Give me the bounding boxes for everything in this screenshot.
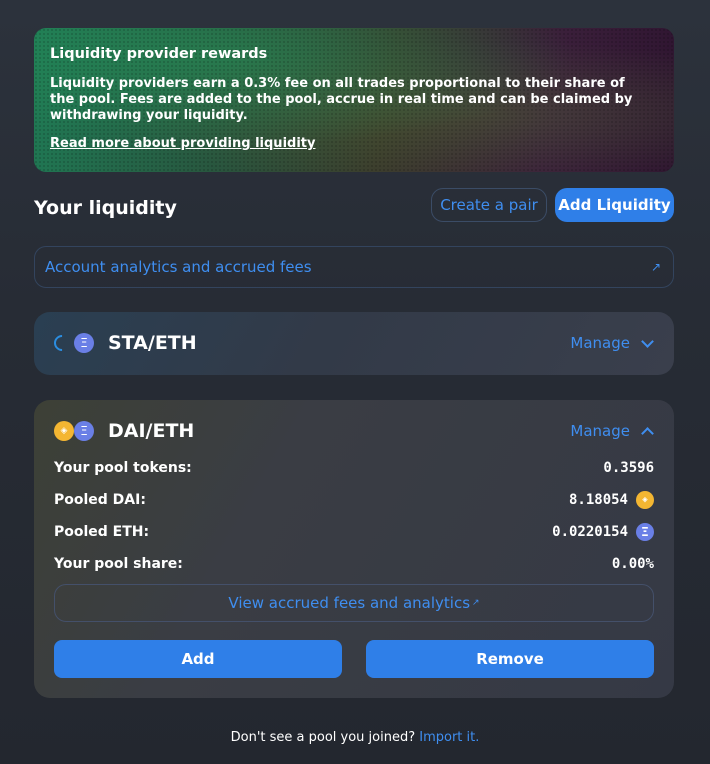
pair-token-icons: ◈ Ξ [54, 420, 96, 442]
import-pool-footer: Don't see a pool you joined? Import it. [0, 730, 710, 745]
stat-pool-tokens: Your pool tokens: 0.3596 [54, 458, 654, 478]
stat-label: Pooled ETH: [54, 524, 150, 540]
pooled-dai-value: 8.18054 [568, 492, 628, 508]
dai-token-icon: ◈ [636, 491, 654, 509]
add-liquidity-button[interactable]: Add Liquidity [555, 188, 674, 222]
stat-pool-share: Your pool share: 0.00% [54, 554, 654, 574]
loading-token-icon [50, 331, 74, 355]
external-arrow-icon: ↗ [650, 260, 661, 274]
pool-pair-name: DAI/ETH [108, 420, 195, 442]
remove-button[interactable]: Remove [366, 640, 654, 678]
pair-token-icons: Ξ [50, 331, 96, 355]
read-more-link[interactable]: Read more about providing liquidity [50, 136, 315, 151]
chevron-up-icon [642, 426, 652, 436]
your-liquidity-title: Your liquidity [34, 197, 177, 219]
pool-page: Liquidity provider rewards Liquidity pro… [0, 0, 710, 764]
stat-value: 0.0220154 Ξ [552, 523, 654, 541]
banner-text: Liquidity providers earn a 0.3% fee on a… [50, 76, 633, 123]
eth-token-icon: Ξ [74, 333, 94, 353]
pool-tokens-value: 0.3596 [603, 460, 654, 476]
external-arrow-icon: ↗ [472, 598, 480, 608]
fees-link-label: View accrued fees and analytics [228, 594, 471, 612]
add-button[interactable]: Add [54, 640, 342, 678]
manage-label: Manage [570, 422, 630, 440]
create-pair-button[interactable]: Create a pair [431, 188, 547, 222]
pool-card-dai-eth: ◈ Ξ DAI/ETH Manage Your pool tokens: 0.3… [34, 400, 674, 698]
stat-value: 8.18054 ◈ [569, 491, 654, 509]
pool-card-sta-eth: Ξ STA/ETH Manage [34, 312, 674, 375]
pool-share-value: 0.00% [611, 556, 654, 572]
stat-value: 0.00% [612, 556, 654, 572]
stat-pooled-eth: Pooled ETH: 0.0220154 Ξ [54, 522, 654, 542]
pool-pair-name: STA/ETH [108, 332, 197, 354]
account-analytics-link[interactable]: Account analytics and accrued fees ↗ [34, 246, 674, 288]
view-fees-analytics-link[interactable]: View accrued fees and analytics ↗ [54, 584, 654, 622]
stat-label: Pooled DAI: [54, 492, 146, 508]
dai-token-icon: ◈ [54, 421, 74, 441]
footer-text: Don't see a pool you joined? [230, 730, 420, 745]
manage-label: Manage [570, 334, 630, 352]
pool-pair: Ξ STA/ETH [50, 331, 197, 355]
stat-pooled-dai: Pooled DAI: 8.18054 ◈ [54, 490, 654, 510]
manage-toggle-dai-eth[interactable]: Manage [570, 422, 652, 440]
manage-toggle-sta-eth[interactable]: Manage [570, 334, 652, 352]
stat-value: 0.3596 [603, 460, 654, 476]
rewards-banner: Liquidity provider rewards Liquidity pro… [34, 28, 674, 172]
account-analytics-label: Account analytics and accrued fees [45, 258, 312, 276]
stat-label: Your pool share: [54, 556, 183, 572]
eth-token-icon: Ξ [74, 421, 94, 441]
pool-pair: ◈ Ξ DAI/ETH [54, 420, 194, 442]
import-link[interactable]: Import it. [419, 730, 479, 745]
eth-token-icon: Ξ [636, 523, 654, 541]
chevron-down-icon [642, 338, 652, 348]
stat-label: Your pool tokens: [54, 460, 192, 476]
banner-title: Liquidity provider rewards [50, 46, 268, 62]
pooled-eth-value: 0.0220154 [552, 524, 628, 540]
